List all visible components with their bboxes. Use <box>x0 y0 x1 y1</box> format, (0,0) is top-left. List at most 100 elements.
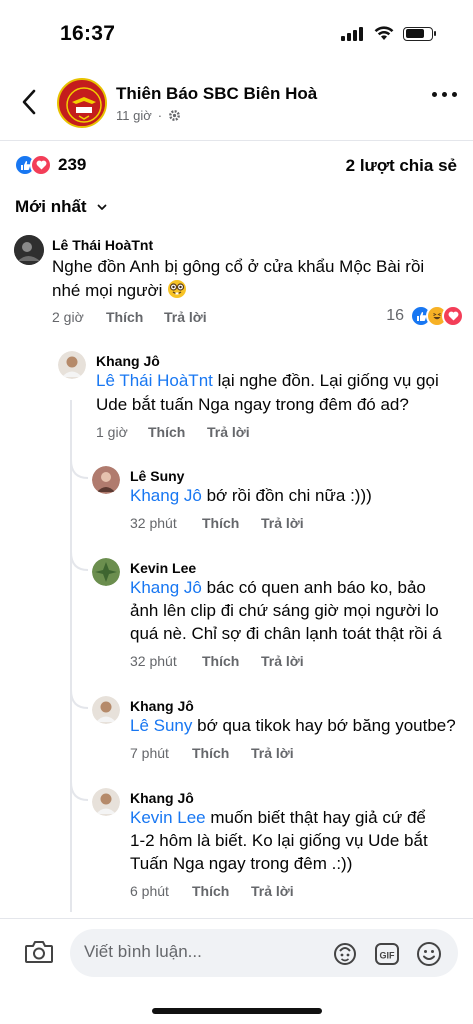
like-button[interactable]: Thích <box>202 515 261 531</box>
comment-actions: 32 phút Thích Trả lời <box>130 653 304 669</box>
avatar[interactable] <box>92 558 120 586</box>
status-time: 16:37 <box>60 22 116 45</box>
back-button[interactable] <box>14 84 44 120</box>
comment-time[interactable]: 32 phút <box>130 515 202 531</box>
avatar[interactable] <box>92 696 120 724</box>
comment-text: 1-2 hôm là biết. Ko lại giống vụ Ude bắt <box>130 829 428 853</box>
settings-icon <box>169 110 180 121</box>
comment-author[interactable]: Lê Suny <box>130 468 184 484</box>
comment-time[interactable]: 1 giờ <box>96 424 148 440</box>
mention-link[interactable]: Lê Suny <box>130 716 192 735</box>
reaction-count: 239 <box>58 155 87 174</box>
comment-text: Tuấn Nga ngay trong đêm .:)) <box>130 852 352 876</box>
comment-text-line: Nghe đồn Anh bị gông cổ ở cửa khẩu Mộc B… <box>52 257 425 276</box>
comment-text-line: 1-2 hôm là biết. Ko lại giống vụ Ude bắt <box>130 831 428 850</box>
comment-author[interactable]: Khang Jô <box>130 790 194 806</box>
comment-text: Nghe đồn Anh bị gông cổ ở cửa khẩu Mộc B… <box>52 255 424 279</box>
comment-text-line: muốn biết thật hay giả cứ để <box>205 808 426 827</box>
comment-actions: 1 giờ Thích Trả lời <box>96 424 250 440</box>
comment-text-line: bớ rồi đồn chi nữa :))) <box>201 486 372 505</box>
comment-actions: 7 phút Thích Trả lời <box>130 745 294 761</box>
like-button[interactable]: Thích <box>148 424 207 440</box>
avatar[interactable] <box>58 351 86 379</box>
comment-author[interactable]: Lê Thái HoàTnt <box>52 237 153 253</box>
post-time[interactable]: 11 giờ <box>116 108 152 123</box>
comment-text: Khang Jô bác có quen anh báo ko, bảo <box>130 576 426 600</box>
status-bar: 16:37 <box>0 0 473 70</box>
comment-text-line: nhé mọi người <box>52 281 163 300</box>
comment-author[interactable]: Kevin Lee <box>130 560 196 576</box>
mention-link[interactable]: Khang Jô <box>130 486 202 505</box>
gif-icon[interactable]: GIF <box>374 941 400 967</box>
chevron-down-icon <box>97 204 106 210</box>
mention-link[interactable]: Lê Thái HoàTnt <box>96 371 213 390</box>
page-name[interactable]: Thiên Báo SBC Biên Hoà <box>116 84 317 104</box>
reactions-summary[interactable]: 239 <box>14 154 86 176</box>
comment-text-line: Ude bắt tuấn Nga ngay trong đêm đó ad? <box>96 395 409 414</box>
avatar[interactable] <box>14 235 44 265</box>
more-dot-icon <box>442 92 447 97</box>
comment-time[interactable]: 2 giờ <box>52 309 106 325</box>
dot-separator: · <box>157 108 163 123</box>
like-button[interactable]: Thích <box>192 745 251 761</box>
comment-text-line: quá nè. Chỉ sợ đi chân lạnh toát thật rồ… <box>130 624 442 643</box>
comment-author[interactable]: Khang Jô <box>96 353 160 369</box>
like-button[interactable]: Thích <box>106 309 164 325</box>
comment-text-line: lại nghe đồn. Lại giống vụ gọi <box>212 371 439 390</box>
comment-text: Khang Jô bớ rồi đồn chi nữa :))) <box>130 484 372 508</box>
reply-button[interactable]: Trả lời <box>251 883 294 899</box>
comment-text-line: ảnh lên clip đi chứ sáng giờ mọi người l… <box>130 601 439 620</box>
comment-reactions[interactable]: 16 <box>386 305 464 327</box>
like-button[interactable]: Thích <box>192 883 251 899</box>
comment-text-line: bác có quen anh báo ko, bảo <box>201 578 426 597</box>
comment-author[interactable]: Khang Jô <box>130 698 194 714</box>
comment-text: Lê Suny bớ qua tikok hay bớ băng youtbe? <box>130 714 456 738</box>
page-logo-icon <box>61 82 105 126</box>
comment-time[interactable]: 32 phút <box>130 653 202 669</box>
reply-button[interactable]: Trả lời <box>251 745 294 761</box>
sort-label: Mới nhất <box>15 197 87 216</box>
mention-link[interactable]: Khang Jô <box>130 578 202 597</box>
status-icons <box>341 26 436 41</box>
more-dot-icon <box>452 92 457 97</box>
wifi-icon <box>374 26 394 40</box>
thread-line <box>70 400 72 912</box>
more-options-button[interactable] <box>432 92 457 97</box>
camera-icon <box>25 941 53 963</box>
reply-button[interactable]: Trả lời <box>207 424 250 440</box>
comment-time[interactable]: 7 phút <box>130 745 192 761</box>
comment-text: Ude bắt tuấn Nga ngay trong đêm đó ad? <box>96 393 409 417</box>
reply-button[interactable]: Trả lời <box>164 309 207 325</box>
comment-reply: Lê Suny Khang Jô bớ rồi đồn chi nữa :)))… <box>92 466 462 536</box>
comment-reply: Kevin Lee Khang Jô bác có quen anh báo k… <box>92 558 462 673</box>
reply-button[interactable]: Trả lời <box>261 653 304 669</box>
love-reaction-icon <box>30 154 52 176</box>
avatar[interactable] <box>92 466 120 494</box>
comment-text: Lê Thái HoàTnt lại nghe đồn. Lại giống v… <box>96 369 439 393</box>
comment-input-placeholder: Viết bình luận... <box>84 942 202 961</box>
more-dot-icon <box>432 92 437 97</box>
comment-sort-dropdown[interactable]: Mới nhất <box>15 197 107 217</box>
cellular-signal-icon <box>341 26 363 41</box>
avatar-sticker-icon[interactable] <box>332 941 358 967</box>
reply-button[interactable]: Trả lời <box>261 515 304 531</box>
camera-button[interactable] <box>24 939 56 967</box>
comment-time[interactable]: 6 phút <box>130 883 192 899</box>
comment-actions: 2 giờ Thích Trả lời <box>52 309 207 325</box>
share-count[interactable]: 2 lượt chia sẻ <box>346 156 457 176</box>
comment-text: nhé mọi người <box>52 279 187 303</box>
comment-text: ảnh lên clip đi chứ sáng giờ mọi người l… <box>130 599 439 623</box>
comment-reply: Khang Jô Lê Suny bớ qua tikok hay bớ băn… <box>92 696 462 766</box>
avatar[interactable] <box>92 788 120 816</box>
comment-actions: 32 phút Thích Trả lời <box>130 515 304 531</box>
page-avatar[interactable] <box>57 78 107 128</box>
like-button[interactable]: Thích <box>202 653 261 669</box>
emoji-icon[interactable] <box>416 941 442 967</box>
nerd-face-emoji-icon <box>168 280 187 298</box>
comment-input[interactable]: Viết bình luận... GIF <box>70 929 458 977</box>
mention-link[interactable]: Kevin Lee <box>130 808 206 827</box>
comment-text-line: Tuấn Nga ngay trong đêm .:)) <box>130 854 353 873</box>
comment: Lê Thái HoàTnt Nghe đồn Anh bị gông cổ ở… <box>14 235 464 330</box>
comment-text-line: bớ qua tikok hay bớ băng youtbe? <box>192 716 456 735</box>
svg-text:GIF: GIF <box>380 951 396 961</box>
